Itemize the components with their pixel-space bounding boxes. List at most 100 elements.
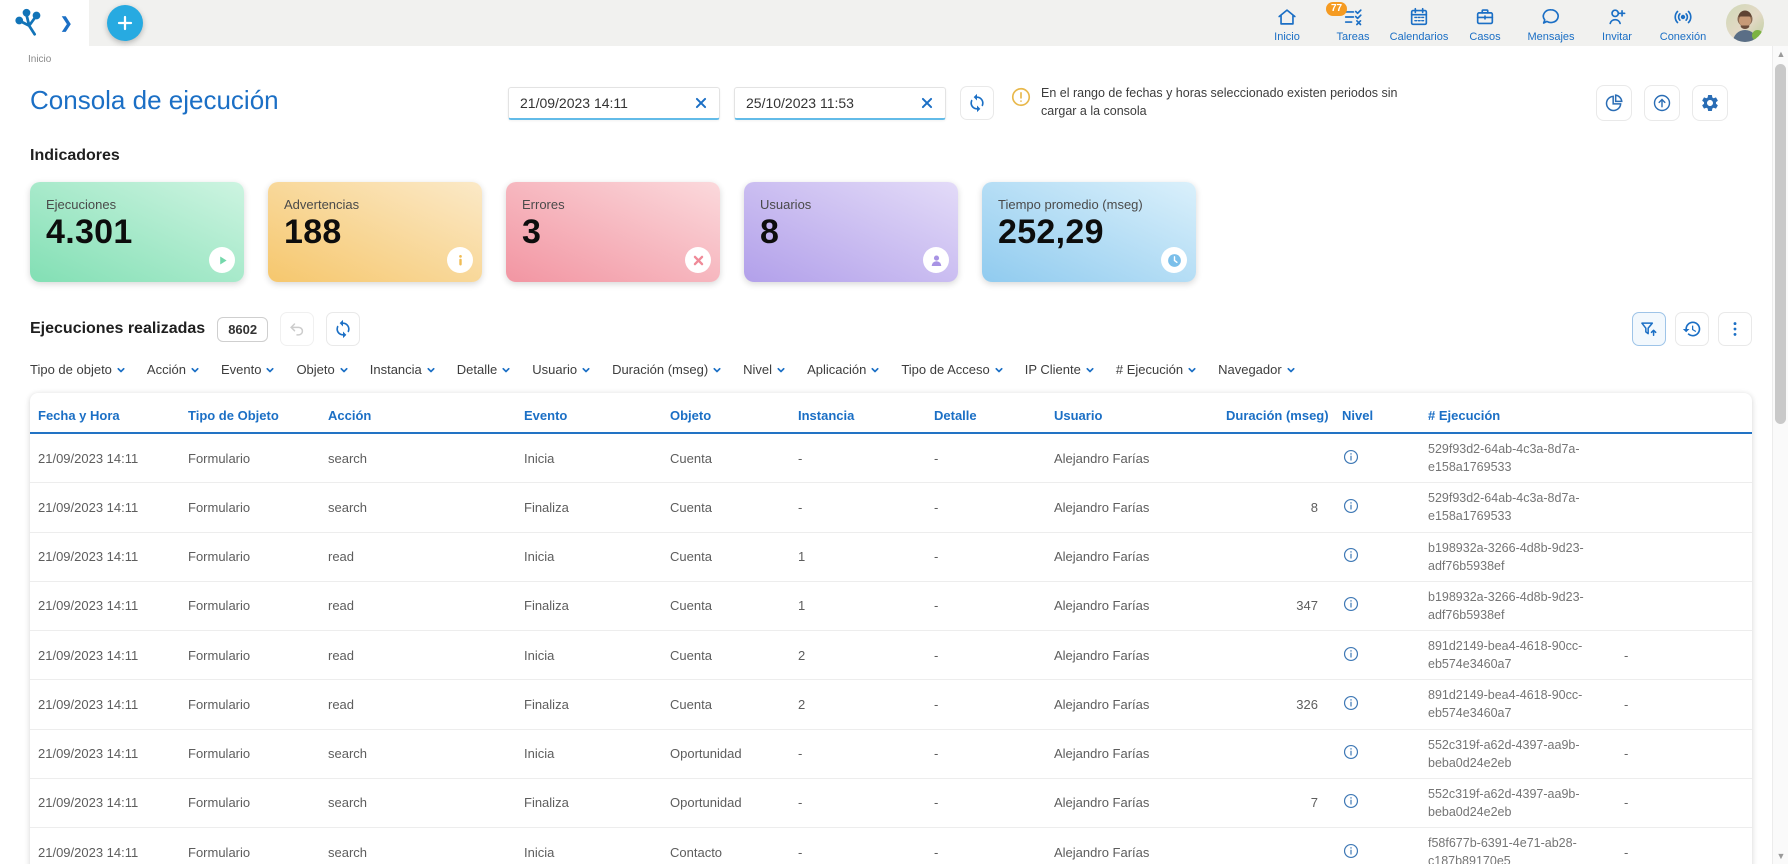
nivel-info-icon[interactable]: [1342, 497, 1360, 515]
cell-ejecucion-id: f58f677b-6391-4e71-ab28-c187b89170e5: [1420, 828, 1616, 864]
nivel-info-icon[interactable]: [1342, 694, 1360, 712]
chevron-down-icon: [1285, 364, 1297, 376]
nivel-info-icon[interactable]: [1342, 743, 1360, 761]
cell-evento: Finaliza: [516, 483, 662, 532]
header-actions: [1596, 85, 1728, 121]
brand-area: ❯: [0, 0, 89, 46]
nivel-info-icon[interactable]: [1342, 595, 1360, 613]
date-from-input[interactable]: 21/09/2023 14:11: [508, 87, 720, 120]
more-options-button[interactable]: [1718, 312, 1752, 346]
cell-ejecucion-id: 552c319f-a62d-4397-aa9b-beba0d24e2eb: [1420, 729, 1616, 778]
cell-fecha: 21/09/2023 14:11: [30, 778, 180, 827]
cell-detalle: -: [926, 483, 1046, 532]
filter-icon: [1639, 319, 1659, 339]
scroll-up-arrow[interactable]: ▲: [1773, 46, 1788, 62]
cell-fecha: 21/09/2023 14:11: [30, 631, 180, 680]
kpi-label: Errores: [522, 197, 704, 212]
gear-icon: [1700, 93, 1720, 113]
filter-detalle[interactable]: Detalle: [457, 362, 512, 377]
nivel-info-icon[interactable]: [1342, 792, 1360, 810]
refresh-table-button[interactable]: [326, 312, 360, 346]
filter-aplicaci-n[interactable]: Aplicación: [807, 362, 881, 377]
nav-item-mensajes[interactable]: Mensajes: [1518, 3, 1584, 43]
filter-button[interactable]: [1632, 312, 1666, 346]
kpi-card-2: Advertencias188: [268, 182, 482, 282]
cell-nivel: [1334, 631, 1420, 680]
filter-navegador[interactable]: Navegador: [1218, 362, 1297, 377]
play-icon[interactable]: [209, 247, 235, 273]
cell-duracion: 8: [1218, 483, 1334, 532]
table-row[interactable]: 21/09/2023 14:11FormulariosearchIniciaOp…: [30, 729, 1752, 778]
info-filled-icon[interactable]: [447, 247, 473, 273]
filter-evento[interactable]: Evento: [221, 362, 276, 377]
chevron-down-icon: [1186, 364, 1198, 376]
nivel-info-icon[interactable]: [1342, 448, 1360, 466]
table-row[interactable]: 21/09/2023 14:11FormularioreadIniciaCuen…: [30, 631, 1752, 680]
scroll-down-arrow[interactable]: ▼: [1773, 848, 1788, 864]
refresh-dates-button[interactable]: [960, 86, 994, 120]
table-row[interactable]: 21/09/2023 14:11FormulariosearchFinaliza…: [30, 778, 1752, 827]
nav-item-invitar[interactable]: Invitar: [1584, 3, 1650, 43]
nivel-info-icon[interactable]: [1342, 645, 1360, 663]
cell-duracion: 326: [1218, 680, 1334, 729]
table-row[interactable]: 21/09/2023 14:11FormulariosearchFinaliza…: [30, 483, 1752, 532]
date-to-input[interactable]: 25/10/2023 11:53: [734, 87, 946, 120]
table-row[interactable]: 21/09/2023 14:11FormularioreadFinalizaCu…: [30, 581, 1752, 630]
close-icon[interactable]: [685, 247, 711, 273]
kpi-value: 188: [284, 213, 466, 252]
kpi-label: Usuarios: [760, 197, 942, 212]
breadcrumb[interactable]: Inicio: [0, 46, 1788, 65]
person-icon[interactable]: [923, 247, 949, 273]
filter-tipo-de-acceso[interactable]: Tipo de Acceso: [901, 362, 1004, 377]
cell-fecha: 21/09/2023 14:11: [30, 433, 180, 483]
settings-button[interactable]: [1692, 85, 1728, 121]
clear-date-to-icon[interactable]: [920, 96, 934, 110]
nav-item-inicio[interactable]: Inicio: [1254, 3, 1320, 43]
filter-instancia[interactable]: Instancia: [370, 362, 437, 377]
cell-usuario: Alejandro Farías: [1046, 483, 1218, 532]
col-header-Objeto: Objeto: [662, 397, 790, 433]
undo-button[interactable]: [280, 312, 314, 346]
chevron-down-icon: [580, 364, 592, 376]
nivel-info-icon[interactable]: [1342, 842, 1360, 860]
add-button[interactable]: [107, 5, 143, 41]
app-logo-icon[interactable]: [14, 8, 44, 38]
nav-item-casos[interactable]: Casos: [1452, 3, 1518, 43]
filter-label: Navegador: [1218, 362, 1282, 377]
nav-icon-wrap: [1606, 6, 1628, 30]
table-row[interactable]: 21/09/2023 14:11FormularioreadFinalizaCu…: [30, 680, 1752, 729]
pie-chart-icon: [1604, 93, 1624, 113]
home-icon: [1276, 6, 1298, 28]
filter-tipo-de-objeto[interactable]: Tipo de objeto: [30, 362, 127, 377]
nav-label: Casos: [1469, 31, 1500, 43]
signal-icon: [1672, 6, 1694, 28]
table-row[interactable]: 21/09/2023 14:11FormulariosearchIniciaCo…: [30, 828, 1752, 864]
cell-accion: read: [320, 532, 516, 581]
filter-acci-n[interactable]: Acción: [147, 362, 201, 377]
filter-nivel[interactable]: Nivel: [743, 362, 787, 377]
filter-ip-cliente[interactable]: IP Cliente: [1025, 362, 1096, 377]
filter-ejecuci-n[interactable]: # Ejecución: [1116, 362, 1198, 377]
kebab-menu-icon: [1725, 319, 1745, 339]
export-button[interactable]: [1644, 85, 1680, 121]
vertical-scrollbar-thumb[interactable]: [1775, 64, 1786, 424]
filter-objeto[interactable]: Objeto: [296, 362, 349, 377]
nav-item-conexion[interactable]: Conexión: [1650, 3, 1716, 43]
clear-date-from-icon[interactable]: [694, 96, 708, 110]
table-row[interactable]: 21/09/2023 14:11FormulariosearchIniciaCu…: [30, 433, 1752, 483]
sidebar-expand-icon[interactable]: ❯: [60, 14, 73, 32]
nav-item-calendarios[interactable]: Calendarios: [1386, 3, 1452, 43]
nivel-info-icon[interactable]: [1342, 546, 1360, 564]
filter-usuario[interactable]: Usuario: [532, 362, 592, 377]
nav-item-tareas[interactable]: 77Tareas: [1320, 3, 1386, 43]
history-button[interactable]: [1675, 312, 1709, 346]
table-row[interactable]: 21/09/2023 14:11FormularioreadIniciaCuen…: [30, 532, 1752, 581]
cell-ejecucion-id: 552c319f-a62d-4397-aa9b-beba0d24e2eb: [1420, 778, 1616, 827]
cell-tipo-objeto: Formulario: [180, 581, 320, 630]
kpi-card-1: Ejecuciones4.301: [30, 182, 244, 282]
charts-button[interactable]: [1596, 85, 1632, 121]
cell-extra: -: [1616, 680, 1752, 729]
clock-icon[interactable]: [1161, 247, 1187, 273]
filter-duraci-n-mseg[interactable]: Duración (mseg): [612, 362, 723, 377]
user-avatar[interactable]: [1726, 4, 1764, 42]
